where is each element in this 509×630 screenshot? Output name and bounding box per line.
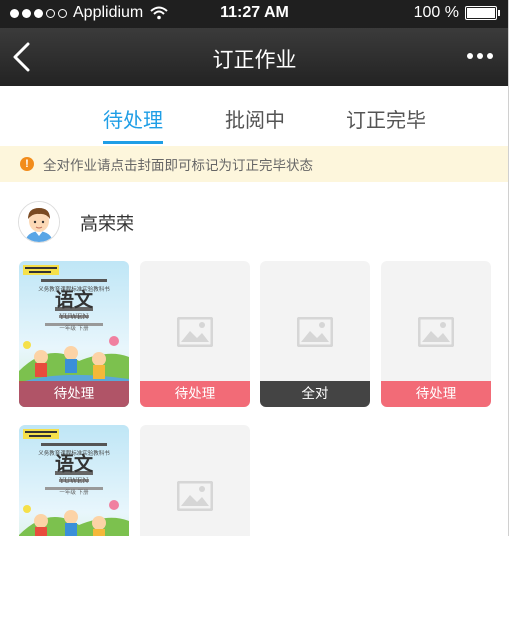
- homework-card[interactable]: 待处理: [140, 261, 250, 407]
- tab-pending[interactable]: 待处理: [103, 104, 163, 133]
- image-placeholder-icon: [177, 481, 213, 511]
- cover-title: 语文: [55, 452, 94, 475]
- cover-subtitle: YUWEN: [59, 313, 89, 321]
- status-bar-right: 100 %: [413, 4, 500, 22]
- homework-card[interactable]: 义务教育课程标准实验教科书 语文 YUWEN 一年级 下册 待处理: [19, 261, 129, 407]
- card-status-label: 待处理: [381, 381, 491, 407]
- tab-bar: 待处理 批阅中 订正完毕: [0, 86, 508, 146]
- page-title: 订正作业: [212, 48, 297, 72]
- cover-grade: 一年级 下册: [59, 488, 89, 496]
- cover-grade: 一年级 下册: [59, 324, 89, 332]
- battery-icon: [465, 6, 500, 20]
- image-placeholder-icon: [418, 317, 454, 347]
- status-bar: Applidium 11:27 AM 100 %: [0, 0, 508, 28]
- homework-card[interactable]: 义务教育课程标准实验教科书 语文 YUWEN 一年级 下册: [19, 425, 129, 536]
- active-tab-indicator: [103, 141, 163, 144]
- notice-text: 全对作业请点击封面即可标记为订正完毕状态: [43, 158, 313, 174]
- navigation-bar: 订正作业: [0, 28, 508, 86]
- card-status-label: 全对: [260, 381, 370, 407]
- more-dots-icon[interactable]: [465, 45, 495, 67]
- exclamation-icon: !: [20, 157, 34, 171]
- card-status-label: 待处理: [140, 381, 250, 407]
- app-screen: Applidium 11:27 AM 100 % 订正作业 待处理 批阅中 订正…: [0, 0, 509, 536]
- tab-corrected[interactable]: 订正完毕: [346, 104, 426, 133]
- battery-percent: 100 %: [413, 4, 459, 21]
- notice-bar: ! 全对作业请点击封面即可标记为订正完毕状态: [0, 146, 508, 182]
- cover-subtitle: YUWEN: [59, 477, 89, 485]
- cover-title: 语文: [55, 288, 94, 311]
- student-name: 高荣荣: [80, 214, 134, 235]
- image-placeholder-icon: [177, 317, 213, 347]
- boy-avatar-icon: [18, 201, 60, 243]
- homework-card[interactable]: 全对: [260, 261, 370, 407]
- image-placeholder-icon: [297, 317, 333, 347]
- student-row: 高荣荣: [0, 196, 508, 246]
- card-status-label: 待处理: [19, 381, 129, 407]
- textbook-cover-image: 义务教育课程标准实验教科书语文YUWEN一年级 下册: [19, 425, 129, 536]
- homework-card[interactable]: 待处理: [381, 261, 491, 407]
- homework-card[interactable]: [140, 425, 250, 536]
- tab-reviewing[interactable]: 批阅中: [225, 104, 285, 133]
